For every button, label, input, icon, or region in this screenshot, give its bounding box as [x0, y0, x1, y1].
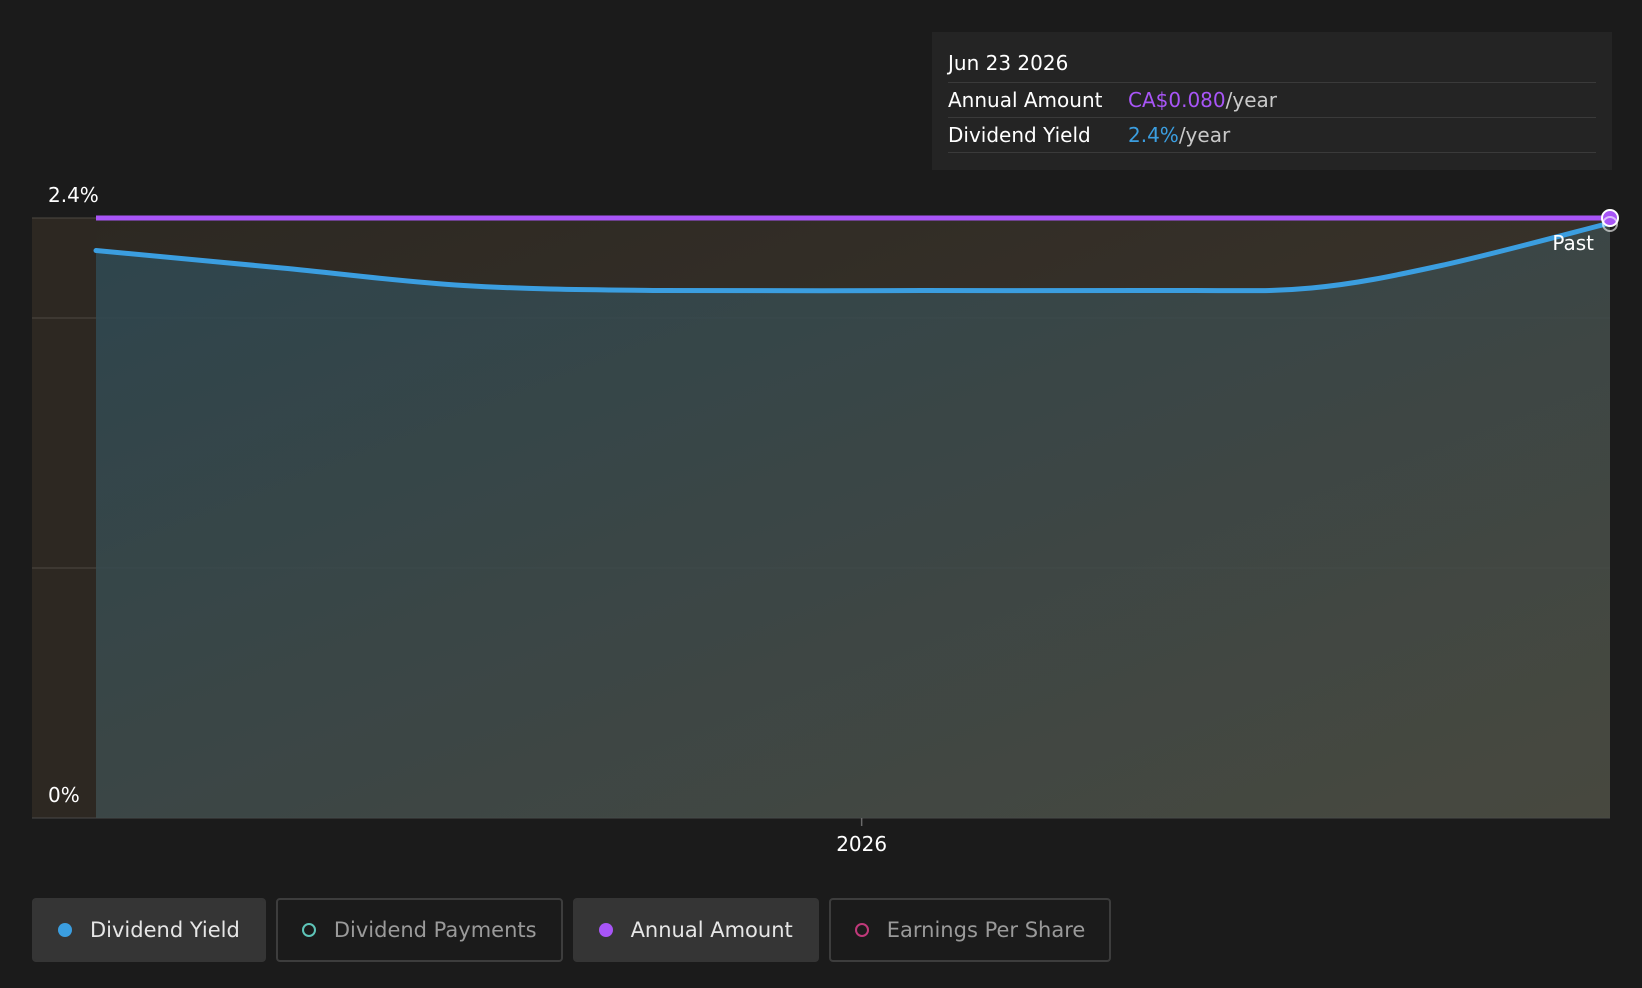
- legend-toggle-dividend-yield[interactable]: Dividend Yield: [32, 898, 266, 962]
- legend-dot-icon: [854, 923, 869, 937]
- y-tick-label: 0%: [48, 783, 80, 807]
- legend-dot-icon: [598, 923, 613, 937]
- x-tick-label: 2026: [836, 832, 887, 856]
- tooltip-value-number: CA$0.080: [1128, 88, 1226, 112]
- past-label: Past: [1552, 231, 1594, 255]
- tooltip-value: 2.4%/year: [1128, 118, 1230, 152]
- legend-dot-icon: [58, 923, 72, 937]
- chart-legend: Dividend Yield Dividend Payments Annual …: [32, 898, 1112, 962]
- legend-label: Dividend Payments: [333, 918, 537, 942]
- tooltip-value-number: 2.4%: [1128, 123, 1179, 147]
- chart-root: 2026 2.4% 0% Past Jun 23 2026 Annual Amou…: [0, 0, 1642, 988]
- tooltip-date: Jun 23 2026: [948, 48, 1596, 83]
- legend-toggle-earnings-per-share[interactable]: Earnings Per Share: [828, 898, 1112, 962]
- past-region-background: [32, 218, 96, 818]
- tooltip-value-unit: /year: [1225, 88, 1277, 112]
- legend-toggle-annual-amount[interactable]: Annual Amount: [572, 898, 819, 962]
- legend-label: Earnings Per Share: [886, 918, 1086, 942]
- tooltip-value-unit: /year: [1178, 123, 1231, 147]
- tooltip-row-annual-amount: Annual Amount CA$0.080/year: [948, 83, 1596, 118]
- tooltip-label: Annual Amount: [948, 88, 1103, 112]
- legend-label: Annual Amount: [630, 918, 793, 942]
- legend-dot-icon: [301, 923, 316, 937]
- tooltip-value: CA$0.080/year: [1128, 83, 1277, 117]
- y-tick-label: 2.4%: [48, 183, 99, 207]
- dividend-yield-area: [96, 223, 1610, 818]
- x-axis: 2026: [836, 818, 887, 856]
- tooltip-label: Dividend Yield: [948, 123, 1091, 147]
- hover-tooltip: Jun 23 2026 Annual Amount CA$0.080/year …: [932, 32, 1612, 170]
- legend-label: Dividend Yield: [90, 918, 240, 942]
- tooltip-row-dividend-yield: Dividend Yield 2.4%/year: [948, 118, 1596, 153]
- legend-toggle-dividend-payments[interactable]: Dividend Payments: [275, 898, 563, 962]
